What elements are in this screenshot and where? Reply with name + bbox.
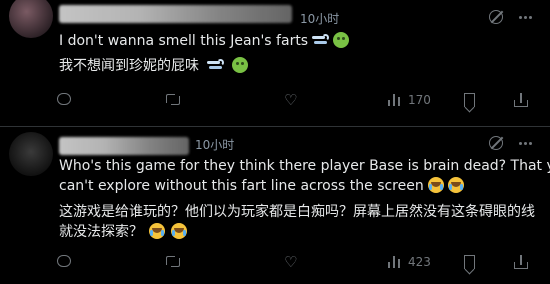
blurred-username[interactable] [59, 137, 189, 155]
share-icon [514, 255, 528, 269]
post-text-line: can't explore without this fart line acr… [59, 178, 424, 194]
bookmark-icon [464, 255, 475, 269]
dashing-away-emoji-icon [207, 57, 224, 73]
post-action-bar: ♡ 423 [57, 255, 537, 275]
views-button[interactable]: 170 [388, 93, 431, 107]
crying-face-emoji-icon [171, 223, 187, 239]
post-text-chinese: 我不想闻到珍妮的屁味 [59, 56, 248, 76]
nauseated-face-emoji-icon [232, 57, 248, 73]
avatar[interactable] [9, 132, 53, 176]
post-text-chinese-line-2: 就没法探索？ [59, 222, 187, 242]
share-icon [514, 93, 528, 107]
post-timestamp[interactable]: 10小时 [300, 10, 339, 27]
more-icon[interactable] [519, 9, 535, 25]
view-count: 423 [408, 255, 431, 269]
views-icon [388, 94, 402, 106]
reply-post-1[interactable]: 10小时 I don't wanna smell this Jean's far… [0, 0, 550, 126]
retweet-icon [165, 255, 181, 267]
post-text-english: I don't wanna smell this Jean's farts [59, 31, 350, 51]
post-text-english-line-2: can't explore without this fart line acr… [59, 176, 464, 196]
nauseated-face-emoji-icon [333, 32, 350, 48]
reply-button[interactable] [57, 255, 77, 267]
views-icon [388, 256, 402, 268]
post-top-actions [489, 135, 535, 151]
more-icon[interactable] [519, 135, 535, 151]
dashing-away-emoji-icon [312, 32, 330, 48]
heart-icon: ♡ [284, 253, 298, 271]
avatar[interactable] [9, 0, 53, 38]
grok-icon[interactable] [489, 136, 503, 150]
post-text-line: I don't wanna smell this Jean's farts [59, 33, 309, 49]
blurred-username[interactable] [59, 5, 292, 23]
share-button[interactable] [514, 93, 528, 107]
view-count: 170 [408, 93, 431, 107]
crying-face-emoji-icon [447, 177, 464, 193]
post-text-chinese-line-1: 这游戏是给谁玩的？他们以为玩家都是白痴吗？屏幕上居然没有这条碍眼的线 [59, 204, 535, 220]
post-text-english-line-1: Who's this game for they think there pla… [59, 158, 550, 174]
bookmark-button[interactable] [464, 255, 475, 269]
bookmark-button[interactable] [464, 93, 475, 107]
share-button[interactable] [514, 255, 528, 269]
crying-face-emoji-icon [149, 223, 165, 239]
reply-icon [57, 93, 71, 105]
reply-button[interactable] [57, 93, 77, 105]
bookmark-icon [464, 93, 475, 107]
post-text-line: 我不想闻到珍妮的屁味 [59, 58, 199, 74]
retweet-button[interactable] [165, 255, 187, 267]
like-button[interactable]: ♡ [284, 93, 303, 108]
heart-icon: ♡ [284, 91, 298, 109]
retweet-icon [165, 93, 181, 105]
reply-icon [57, 255, 71, 267]
post-top-actions [489, 9, 535, 25]
grok-icon[interactable] [489, 10, 503, 24]
reply-post-2[interactable]: 10小时 Who's this game for they think ther… [0, 127, 550, 284]
post-timestamp[interactable]: 10小时 [195, 136, 234, 153]
like-button[interactable]: ♡ [284, 255, 303, 270]
retweet-button[interactable] [165, 93, 187, 105]
crying-face-emoji-icon [427, 177, 444, 193]
post-text-line: 就没法探索？ [59, 224, 143, 240]
views-button[interactable]: 423 [388, 255, 431, 269]
post-action-bar: ♡ 170 [57, 93, 537, 113]
